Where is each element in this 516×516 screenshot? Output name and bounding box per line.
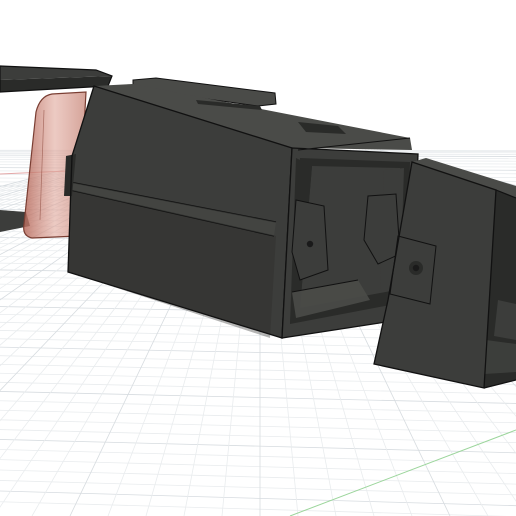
grid-line (0, 381, 516, 395)
grid-line (0, 469, 516, 485)
grid-line (0, 400, 516, 414)
grid-line (0, 409, 516, 424)
grid-line (0, 439, 516, 454)
grid-line (0, 419, 516, 434)
grid-line (0, 449, 516, 464)
main-housing[interactable] (64, 77, 419, 339)
grid-line (0, 459, 516, 474)
screw-hole (306, 240, 314, 248)
screw-hole (412, 264, 420, 272)
grid-line (0, 391, 516, 404)
model-canvas[interactable] (0, 0, 516, 516)
grid-line (0, 490, 516, 507)
model-viewport[interactable] (0, 0, 516, 516)
